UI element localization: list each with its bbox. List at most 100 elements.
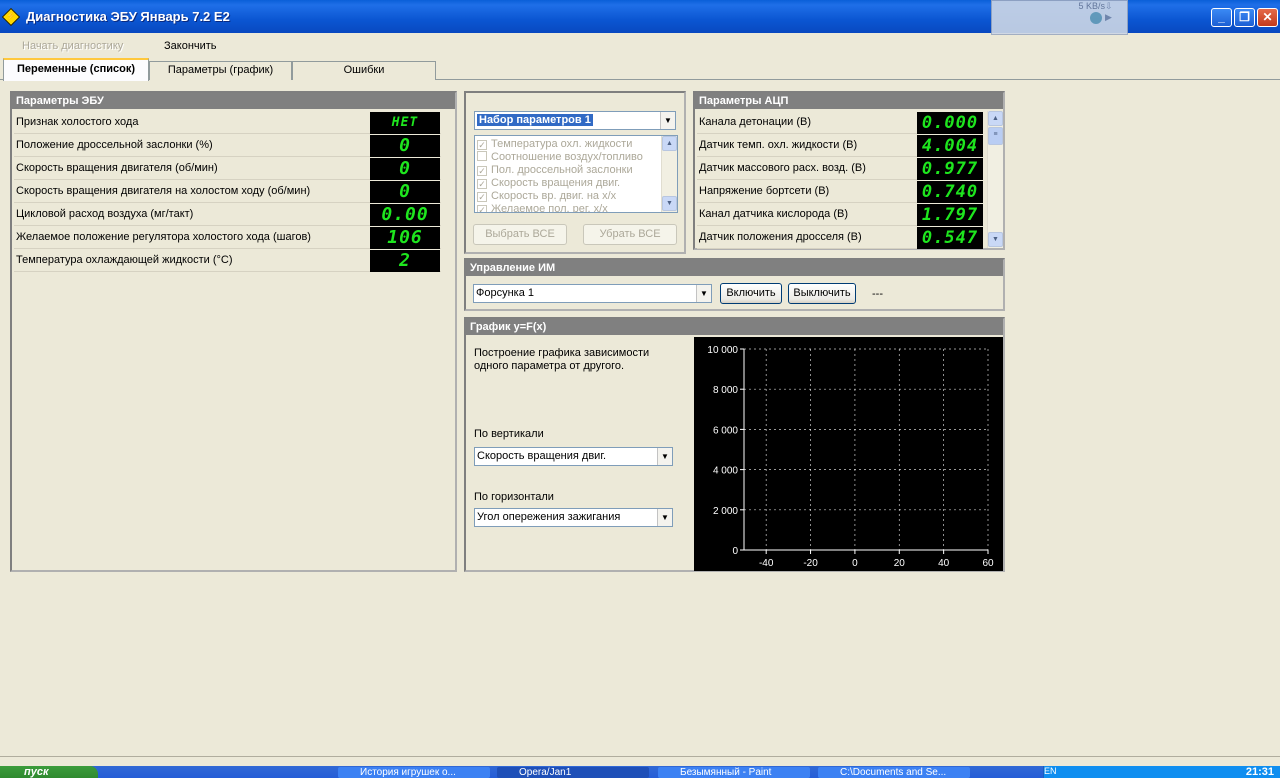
select-all-button[interactable]: Выбрать ВСЕ [473,224,567,245]
checkbox-checked-icon[interactable]: ✓ [477,140,487,150]
adc-param-row: Датчик положения дросселя (В) 0.547 [697,226,983,249]
actuator-panel: Управление ИМ Форсунка 1 ▼ Включить Выкл… [464,258,1005,311]
ecu-param-label: Положение дроссельной заслонки (%) [16,139,213,151]
vertical-label: По вертикали [474,428,544,440]
param-set-panel: Набор параметров 1 ▼ ✓ Температура охл. ж… [464,91,686,254]
close-button[interactable]: ✕ [1257,8,1278,27]
scroll-up-icon[interactable]: ▲ [662,136,677,151]
horizontal-label: По горизонтали [474,491,554,503]
param-check-item[interactable]: ✓ Скорость вращения двиг. [477,177,620,190]
taskbar-item[interactable]: C:\Documents and Se... [818,767,970,778]
ecu-param-label: Температура охлаждающей жидкости (°C) [16,254,233,266]
adc-param-row: Канал датчика кислорода (В) 1.797 [697,203,983,226]
ecu-param-value: 0.00 [370,204,440,226]
checkbox-checked-icon[interactable]: ✓ [477,192,487,202]
ecu-param-value: 0 [370,158,440,180]
graph-plot-svg: -40 -20 0 20 40 60 0 2 000 4 000 6 000 8 000 10 000 [707,345,994,569]
adc-param-value: 0.977 [917,158,983,180]
param-checklist[interactable]: ✓ Температура охл. жидкости Соотношение во… [474,135,678,213]
ecu-param-row: Цикловой расход воздуха (мг/такт) 0.00 [14,203,441,226]
ecu-param-value: 106 [370,227,440,249]
ecu-param-row: Скорость вращения двигателя на холостом … [14,180,441,203]
tab-errors[interactable]: Ошибки [292,61,436,80]
x-tick-label: -40 [759,558,774,569]
adc-param-row: Датчик массового расх. возд. (В) 0.977 [697,157,983,180]
adc-param-value: 0.547 [917,227,983,249]
ecu-param-row: Желаемое положение регулятора холостого … [14,226,441,249]
chevron-down-icon[interactable]: ▼ [657,448,672,465]
ecu-param-value: НЕТ [370,112,440,134]
checkbox-checked-icon[interactable]: ✓ [477,205,487,212]
menu-finish[interactable]: Закончить [164,40,217,52]
param-check-label: Скорость вращения двиг. [491,177,621,189]
ecu-param-label: Признак холостого хода [16,116,139,128]
title-bar[interactable]: ⚡ Диагностика ЭБУ Январь 7.2 E2 5 KB/s ⇩… [0,0,1280,35]
chevron-down-icon[interactable]: ▼ [696,285,711,302]
adc-param-value: 0.740 [917,181,983,203]
network-arrows-icon: ⇩ ▶ [1105,1,1113,22]
checklist-scrollbar[interactable]: ▲ ▼ [661,136,677,212]
ecu-param-row: Скорость вращения двигателя (об/мин) 0 [14,157,441,180]
network-meter: 5 KB/s ⇩ ▶ [991,0,1128,35]
param-check-item[interactable]: ✓ Скорость вр. двиг. на х/х [477,190,616,203]
ecu-param-value: 0 [370,135,440,157]
scroll-thumb[interactable]: ≡ [988,127,1003,145]
adc-params-list: Канала детонации (В) 0.000 Датчик темп. ох… [697,111,983,249]
param-check-item[interactable]: ✓ Желаемое пол. рег. х/х [477,203,608,213]
chevron-down-icon[interactable]: ▼ [657,509,672,526]
taskbar-item[interactable]: Opera/Jan1 [497,767,649,778]
param-check-label: Скорость вр. двиг. на х/х [491,190,617,202]
start-button[interactable]: пуск [0,766,98,778]
param-check-label: Желаемое пол. рег. х/х [491,203,608,213]
window-title: Диагностика ЭБУ Январь 7.2 E2 [26,9,230,24]
tab-variables-list[interactable]: Переменные (список) [3,58,149,81]
language-indicator[interactable]: EN [1044,766,1057,776]
horizontal-param-select[interactable]: Угол опережения зажигания ▼ [474,508,673,527]
app-icon[interactable]: ⚡ [1,7,21,27]
actuator-on-button[interactable]: Включить [720,283,782,304]
checkbox-checked-icon[interactable]: ✓ [477,179,487,189]
tab-strip: Переменные (список) Параметры (график) О… [0,58,1280,81]
ecu-param-row: Признак холостого хода НЕТ [14,111,441,134]
ecu-param-value: 0 [370,181,440,203]
graph-plot: -40 -20 0 20 40 60 0 2 000 4 000 6 000 8 000 10 000 [694,337,1003,571]
x-tick-label: -20 [803,558,818,569]
param-check-item[interactable]: Соотношение воздух/топливо [477,151,643,164]
maximize-button[interactable]: ❐ [1234,8,1255,27]
taskbar-item[interactable]: История игрушек о... [338,767,490,778]
actuator-off-button[interactable]: Выключить [788,283,856,304]
taskbar-item[interactable]: Безымянный - Paint [658,767,810,778]
x-tick-label: 0 [852,558,858,569]
y-tick-label: 10 000 [707,345,738,356]
actuator-status: --- [872,288,883,300]
actuator-selected: Форсунка 1 [476,287,535,299]
ecu-param-value: 2 [370,250,440,272]
y-tick-label: 8 000 [713,385,738,396]
chevron-down-icon[interactable]: ▼ [660,112,675,129]
scroll-up-icon[interactable]: ▲ [988,111,1003,126]
x-tick-label: 40 [938,558,950,569]
adc-params-header: Параметры АЦП [695,93,1003,109]
ecu-params-list: Признак холостого хода НЕТ Положение дросс… [14,111,441,273]
param-set-select[interactable]: Набор параметров 1 ▼ [474,111,676,130]
network-rate: 5 KB/s [1078,1,1105,11]
ecu-param-label: Цикловой расход воздуха (мг/такт) [16,208,194,220]
tab-params-graph[interactable]: Параметры (график) [149,61,292,80]
actuator-select[interactable]: Форсунка 1 ▼ [473,284,712,303]
vertical-param-select[interactable]: Скорость вращения двиг. ▼ [474,447,673,466]
scroll-down-icon[interactable]: ▼ [988,232,1003,247]
adc-scrollbar[interactable]: ▲ ≡ ▼ [987,111,1003,248]
param-check-item[interactable]: ✓ Пол. дроссельной заслонки [477,164,633,177]
minimize-button[interactable]: _ [1211,8,1232,27]
clear-all-button[interactable]: Убрать ВСЕ [583,224,677,245]
x-tick-label: 60 [982,558,994,569]
checkbox-checked-icon[interactable]: ✓ [477,166,487,176]
adc-param-label: Канала детонации (В) [699,116,812,128]
scroll-down-icon[interactable]: ▼ [662,196,677,211]
ecu-param-row: Положение дроссельной заслонки (%) 0 [14,134,441,157]
ecu-param-label: Скорость вращения двигателя (об/мин) [16,162,218,174]
checkbox-icon[interactable] [477,151,487,161]
param-check-item[interactable]: ✓ Температура охл. жидкости [477,138,632,151]
menu-start-diagnostics[interactable]: Начать диагностику [22,40,123,52]
clock: 21:31 [1245,766,1274,778]
